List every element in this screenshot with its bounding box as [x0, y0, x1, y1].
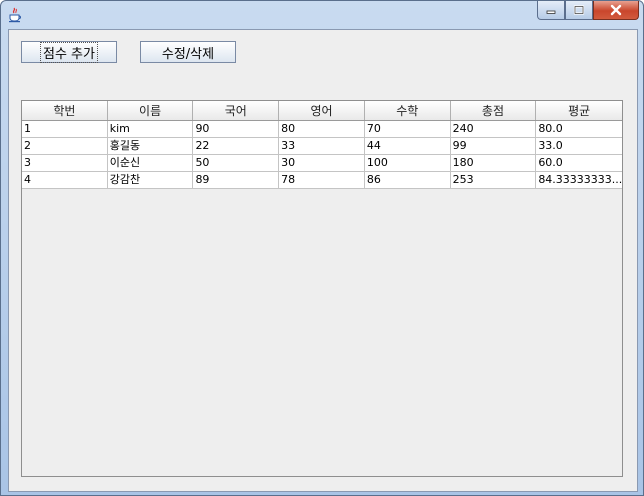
table-row[interactable]: 4 강감찬 89 78 86 253 84.33333333... [22, 172, 622, 189]
content-pane: 점수 추가 수정/삭제 학번 이름 국어 영어 수학 총점 평균 1 kim 9… [8, 29, 638, 492]
app-window: 점수 추가 수정/삭제 학번 이름 국어 영어 수학 총점 평균 1 kim 9… [0, 0, 644, 496]
table-cell[interactable]: 240 [451, 121, 537, 137]
table-cell[interactable]: 22 [193, 138, 280, 154]
table-cell[interactable]: 3 [22, 155, 108, 171]
java-cup-icon[interactable] [7, 7, 23, 23]
table-scroll-pane[interactable]: 학번 이름 국어 영어 수학 총점 평균 1 kim 90 80 70 240 … [21, 100, 623, 477]
table-row[interactable]: 1 kim 90 80 70 240 80.0 [22, 121, 622, 138]
table-cell[interactable]: 44 [365, 138, 451, 154]
column-header-name[interactable]: 이름 [108, 101, 194, 120]
table-cell[interactable]: 84.33333333... [536, 172, 622, 188]
table-cell[interactable]: 89 [193, 172, 280, 188]
table-cell[interactable]: 33 [279, 138, 365, 154]
table-cell[interactable]: 홍길동 [108, 138, 194, 154]
table-cell[interactable]: 100 [365, 155, 451, 171]
edit-delete-label: 수정/삭제 [161, 46, 215, 62]
table-cell[interactable]: 이순신 [108, 155, 194, 171]
table-cell[interactable]: 78 [279, 172, 365, 188]
table-cell[interactable]: 180 [451, 155, 537, 171]
edit-delete-button[interactable]: 수정/삭제 [140, 41, 236, 63]
table-row[interactable]: 3 이순신 50 30 100 180 60.0 [22, 155, 622, 172]
add-score-label: 점수 추가 [40, 41, 98, 63]
minimize-button[interactable] [537, 1, 565, 20]
table-cell[interactable]: 60.0 [536, 155, 622, 171]
table-cell[interactable]: 30 [279, 155, 365, 171]
table-cell[interactable]: 강감찬 [108, 172, 194, 188]
column-header-total[interactable]: 총점 [451, 101, 537, 120]
close-button[interactable] [593, 1, 639, 20]
column-header-average[interactable]: 평균 [536, 101, 622, 120]
table-cell[interactable]: 1 [22, 121, 108, 137]
table-row[interactable]: 2 홍길동 22 33 44 99 33.0 [22, 138, 622, 155]
minimize-icon [546, 10, 556, 14]
table-cell[interactable]: 86 [365, 172, 451, 188]
table-cell[interactable]: 80.0 [536, 121, 622, 137]
table-cell[interactable]: 80 [279, 121, 365, 137]
add-score-button[interactable]: 점수 추가 [21, 41, 117, 63]
maximize-icon [573, 5, 585, 15]
table-cell[interactable]: 33.0 [536, 138, 622, 154]
table-cell[interactable]: 70 [365, 121, 451, 137]
close-icon [610, 4, 622, 16]
table-cell[interactable]: 50 [193, 155, 280, 171]
table-cell[interactable]: 4 [22, 172, 108, 188]
table-header: 학번 이름 국어 영어 수학 총점 평균 [22, 101, 622, 121]
table-cell[interactable]: kim [108, 121, 194, 137]
table-cell[interactable]: 253 [451, 172, 537, 188]
table-cell[interactable]: 90 [193, 121, 280, 137]
title-bar[interactable] [1, 1, 643, 27]
column-header-korean[interactable]: 국어 [193, 101, 280, 120]
table-cell[interactable]: 2 [22, 138, 108, 154]
column-header-student-id[interactable]: 학번 [22, 101, 108, 120]
column-header-english[interactable]: 영어 [279, 101, 365, 120]
column-header-math[interactable]: 수학 [365, 101, 451, 120]
maximize-button[interactable] [565, 1, 593, 20]
table-cell[interactable]: 99 [451, 138, 537, 154]
